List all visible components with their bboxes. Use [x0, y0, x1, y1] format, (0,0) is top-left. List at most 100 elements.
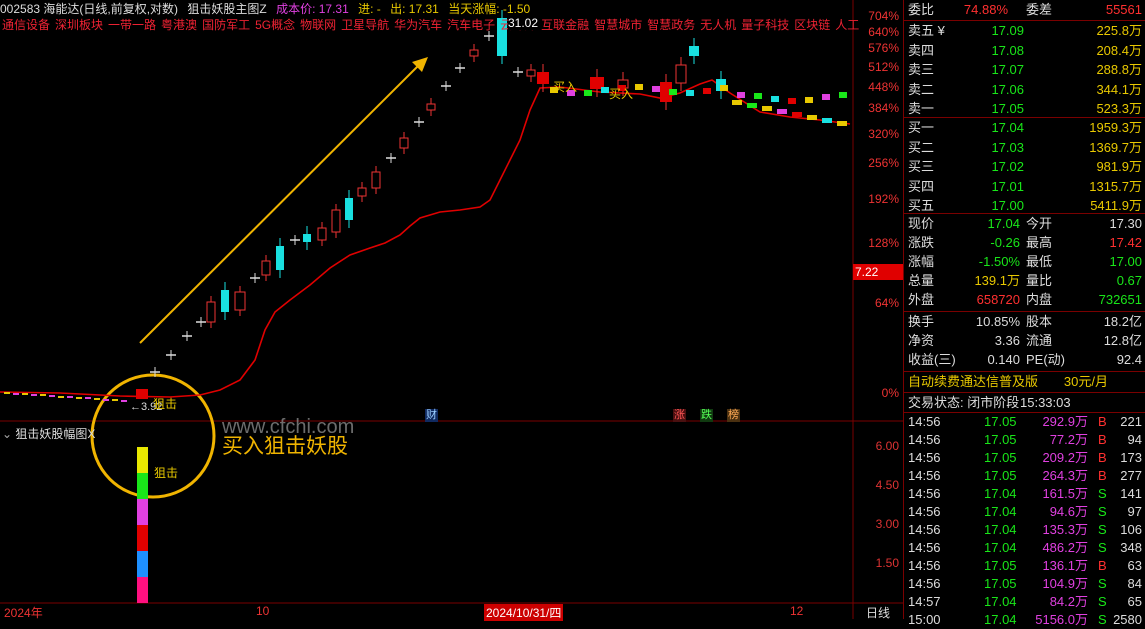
candle [732, 100, 742, 105]
ask-row[interactable]: 卖一 17.05 523.3万 [904, 100, 1145, 118]
concept-tag[interactable]: 深圳板块 [55, 18, 103, 32]
buy-marker-1: 买入 [553, 80, 578, 94]
tick-row[interactable]: 14:56 17.04 94.6万 S 97 [904, 503, 1145, 521]
promo-price[interactable]: 30元/月 [1064, 373, 1108, 391]
finance-marker[interactable]: 财 [425, 409, 438, 422]
concept-tag[interactable]: 互联金融 [541, 18, 589, 32]
concept-tag[interactable]: 无人机 [700, 18, 736, 32]
promo-text[interactable]: 自动续费通达信普及版 [908, 373, 1038, 391]
tick-row[interactable]: 14:56 17.05 264.3万 B 277 [904, 467, 1145, 485]
tick-row[interactable]: 14:56 17.04 135.3万 S 106 [904, 521, 1145, 539]
tick-row[interactable]: 14:56 17.04 486.2万 S 348 [904, 539, 1145, 557]
candle [652, 86, 660, 92]
ask-row[interactable]: 卖四 17.08 208.4万 [904, 42, 1145, 60]
ask-price: 17.07 [991, 62, 1024, 77]
tick-time: 14:56 [908, 432, 941, 447]
tick-price: 17.04 [984, 486, 1017, 501]
price-axis-tick: 320% [868, 127, 899, 141]
tick-volume: 104.9万 [1042, 576, 1088, 591]
finance-label: 换手 [908, 314, 935, 329]
tick-time: 14:56 [908, 414, 941, 429]
concept-tag[interactable]: 智慧政务 [647, 18, 695, 32]
sub-panel-title[interactable]: ⌄ 狙击妖股幅图X [2, 425, 95, 442]
period-label[interactable]: 日线 [866, 604, 890, 621]
ask-label: 卖四 [908, 42, 935, 58]
bid-row[interactable]: 买四 17.01 1315.7万 [904, 178, 1145, 196]
concept-tag[interactable]: 粤港澳 [161, 18, 197, 32]
chart-header: 002583 海能达(日线,前复权,对数) 狙击妖股主图Z 成本价: 17.31… [0, 0, 903, 17]
sub-axis-tick: 1.50 [875, 556, 899, 570]
candle [839, 92, 847, 98]
kline-chart[interactable] [0, 0, 903, 619]
concept-tag[interactable]: 通信设备 [2, 18, 50, 32]
concept-tag[interactable]: 量子科技 [741, 18, 789, 32]
tick-row[interactable]: 14:56 17.05 77.2万 B 94 [904, 431, 1145, 449]
tick-count: 221 [1120, 414, 1142, 429]
stock-title: 002583 海能达(日线,前复权,对数) [0, 2, 179, 16]
bid-row[interactable]: 买三 17.02 981.9万 [904, 158, 1145, 176]
concept-tag[interactable]: 物联网 [300, 18, 336, 32]
finance-value: 3.36 [994, 333, 1020, 348]
candle [837, 121, 847, 126]
candle [584, 90, 592, 96]
candle [771, 96, 779, 102]
concept-tag[interactable]: 国防军工 [202, 18, 250, 32]
quote-label: 最高 [1026, 235, 1053, 250]
finance-value: 18.2亿 [1103, 314, 1142, 329]
chart-area[interactable]: 002583 海能达(日线,前复权,对数) 狙击妖股主图Z 成本价: 17.31… [0, 0, 903, 621]
buy-marker-2: 买入 [609, 87, 634, 101]
tick-time: 14:56 [908, 468, 941, 483]
down-list-marker[interactable]: 跌 [700, 409, 713, 422]
concept-tag[interactable]: 华为汽车 [394, 18, 442, 32]
candle [94, 398, 100, 400]
quote-panel: 委比 74.88% 委差 55561 卖五 ¥ 17.09 225.8万 卖四 17.0… [903, 0, 1145, 627]
quote-label: 总量 [908, 273, 935, 288]
callout-text: 买入狙击妖股 [222, 435, 348, 458]
ask-row[interactable]: 卖五 ¥ 17.09 225.8万 [904, 22, 1145, 40]
ask-row[interactable]: 卖三 17.07 288.8万 [904, 61, 1145, 79]
concept-tag[interactable]: 5G概念 [255, 18, 295, 32]
time-axis: 2024年 10 2024/10/31/四 12 日线 [0, 603, 903, 621]
concept-tags[interactable]: 通信设备深圳板块一带一路粤港澳国防军工5G概念物联网卫星导航华为汽车汽车电子云计… [2, 16, 864, 32]
ask-volume: 208.4万 [1096, 42, 1142, 58]
quote-value: 139.1万 [974, 273, 1020, 288]
tick-count: 348 [1120, 540, 1142, 555]
candle [792, 112, 802, 117]
concept-tag[interactable]: 智慧城市 [594, 18, 642, 32]
candle [331, 209, 341, 233]
candle [317, 227, 327, 241]
concept-tag[interactable]: 区块链 [794, 18, 830, 32]
candle [58, 396, 64, 398]
tick-volume: 161.5万 [1042, 486, 1088, 501]
ask-row[interactable]: 卖二 17.06 344.1万 [904, 81, 1145, 99]
up-list-marker[interactable]: 涨 [673, 409, 686, 422]
bid-price: 17.02 [991, 159, 1024, 174]
tick-row[interactable]: 14:57 17.04 84.2万 S 65 [904, 593, 1145, 611]
tick-row[interactable]: 15:00 17.04 5156.0万 S 2580 [904, 611, 1145, 629]
weicha-value: 55561 [1105, 2, 1142, 17]
tick-row[interactable]: 14:56 17.05 136.1万 B 63 [904, 557, 1145, 575]
tick-side: S [1098, 594, 1107, 609]
candle [31, 394, 37, 396]
ask-volume: 523.3万 [1096, 101, 1142, 116]
bid-row[interactable]: 买二 17.03 1369.7万 [904, 139, 1145, 157]
tick-row[interactable]: 14:56 17.05 292.9万 B 221 [904, 413, 1145, 431]
rank-marker[interactable]: 榜 [727, 409, 740, 422]
bid-row[interactable]: 买一 17.04 1959.3万 [904, 119, 1145, 137]
tick-row[interactable]: 14:56 17.05 104.9万 S 84 [904, 575, 1145, 593]
concept-tag[interactable]: 汽车电子 [447, 18, 495, 32]
price-axis-tick: 512% [868, 60, 899, 74]
tick-count: 141 [1120, 486, 1142, 501]
candle [261, 260, 271, 276]
candle [276, 246, 284, 270]
concept-tag[interactable]: 一带一路 [108, 18, 156, 32]
finance-value: 12.8亿 [1103, 333, 1142, 348]
concept-tag[interactable]: 卫星导航 [341, 18, 389, 32]
sub-indicator-bar [137, 525, 148, 551]
collapse-icon[interactable]: ⌄ [2, 427, 15, 441]
tick-price: 17.04 [984, 612, 1017, 627]
promo-row[interactable]: 自动续费通达信普及版 30元/月 [904, 373, 1145, 391]
price-axis-tick: 256% [868, 156, 899, 170]
tick-row[interactable]: 14:56 17.05 209.2万 B 173 [904, 449, 1145, 467]
tick-row[interactable]: 14:56 17.04 161.5万 S 141 [904, 485, 1145, 503]
